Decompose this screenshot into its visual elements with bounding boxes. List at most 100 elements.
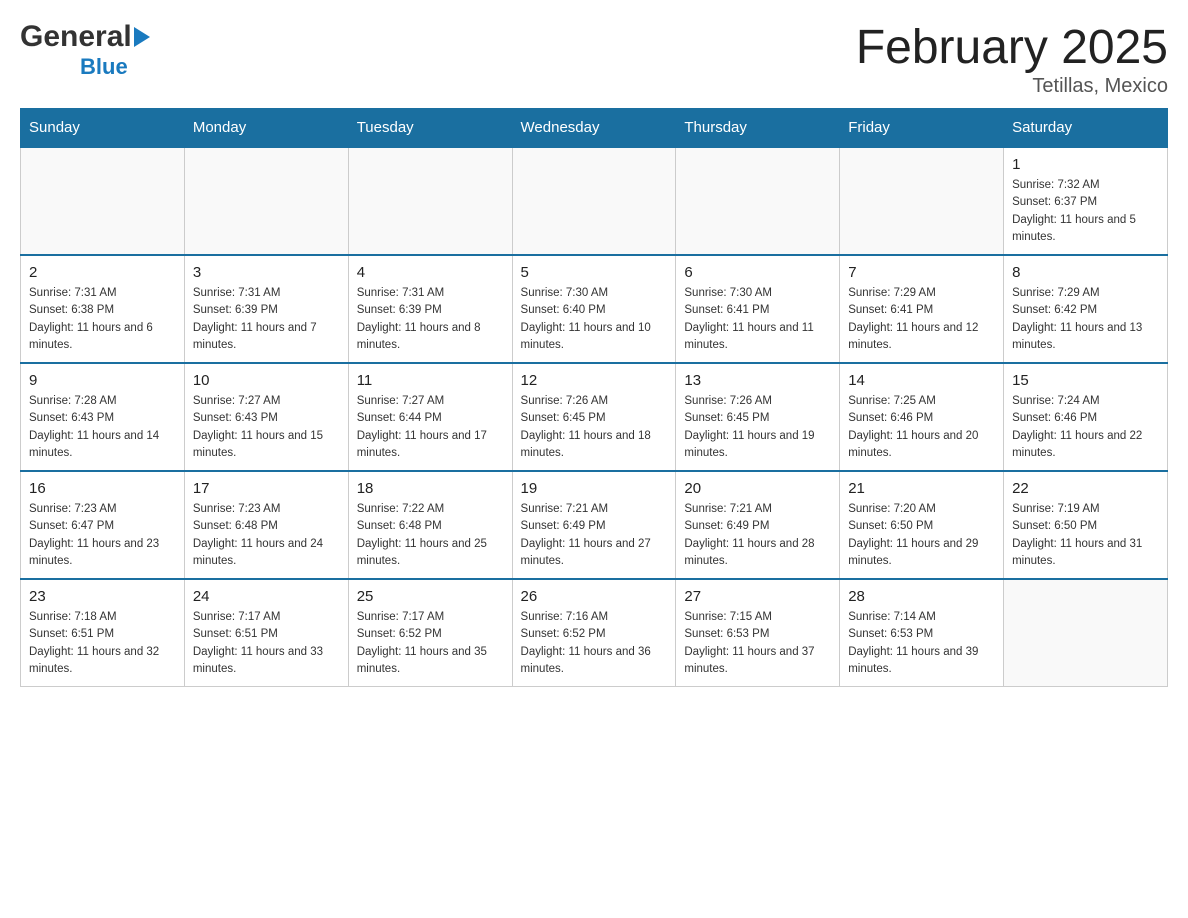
calendar-cell: 12 Sunrise: 7:26 AMSunset: 6:45 PMDayligh… <box>512 363 676 471</box>
day-info: Sunrise: 7:15 AMSunset: 6:53 PMDaylight:… <box>684 609 831 678</box>
calendar-cell: 15Sunrise: 7:24 AMSunset: 6:46 PMDayligh… <box>1004 363 1168 471</box>
day-info: Sunrise: 7:17 AMSunset: 6:51 PMDaylight:… <box>193 609 340 678</box>
day-info: Sunrise: 7:25 AMSunset: 6:46 PMDaylight:… <box>848 393 995 462</box>
calendar-cell: 24 Sunrise: 7:17 AMSunset: 6:51 PMDayligh… <box>184 579 348 687</box>
day-number: 11 <box>357 372 504 389</box>
calendar-header-row: SundayMondayTuesdayWednesdayThursdayFrid… <box>21 109 1168 148</box>
weekday-header-tuesday: Tuesday <box>348 109 512 148</box>
day-number: 22 <box>1012 480 1159 497</box>
day-number: 13 <box>684 372 831 389</box>
calendar-cell: 26 Sunrise: 7:16 AMSunset: 6:52 PMDayligh… <box>512 579 676 687</box>
day-info: Sunrise: 7:29 AMSunset: 6:42 PMDaylight:… <box>1012 285 1159 354</box>
day-info: Sunrise: 7:27 AMSunset: 6:44 PMDaylight:… <box>357 393 504 462</box>
calendar-cell: 16Sunrise: 7:23 AMSunset: 6:47 PMDayligh… <box>21 471 185 579</box>
day-number: 23 <box>29 588 176 605</box>
day-info: Sunrise: 7:26 AMSunset: 6:45 PMDaylight:… <box>684 393 831 462</box>
day-info: Sunrise: 7:27 AMSunset: 6:43 PMDaylight:… <box>193 393 340 462</box>
weekday-header-friday: Friday <box>840 109 1004 148</box>
day-number: 17 <box>193 480 340 497</box>
day-number: 27 <box>684 588 831 605</box>
day-info: Sunrise: 7:20 AMSunset: 6:50 PMDaylight:… <box>848 501 995 570</box>
weekday-header-saturday: Saturday <box>1004 109 1168 148</box>
calendar-cell: 25Sunrise: 7:17 AMSunset: 6:52 PMDayligh… <box>348 579 512 687</box>
day-number: 4 <box>357 264 504 281</box>
calendar-week-1: 1 Sunrise: 7:32 AMSunset: 6:37 PMDaylight… <box>21 147 1168 255</box>
day-info: Sunrise: 7:22 AMSunset: 6:48 PMDaylight:… <box>357 501 504 570</box>
day-info: Sunrise: 7:32 AMSunset: 6:37 PMDaylight:… <box>1012 177 1159 246</box>
day-number: 5 <box>521 264 668 281</box>
calendar-week-4: 16Sunrise: 7:23 AMSunset: 6:47 PMDayligh… <box>21 471 1168 579</box>
day-number: 21 <box>848 480 995 497</box>
calendar-week-2: 2Sunrise: 7:31 AMSunset: 6:38 PMDaylight… <box>21 255 1168 363</box>
calendar-cell: 19Sunrise: 7:21 AMSunset: 6:49 PMDayligh… <box>512 471 676 579</box>
day-info: Sunrise: 7:18 AMSunset: 6:51 PMDaylight:… <box>29 609 176 678</box>
calendar-cell: 11 Sunrise: 7:27 AMSunset: 6:44 PMDayligh… <box>348 363 512 471</box>
weekday-header-wednesday: Wednesday <box>512 109 676 148</box>
day-number: 6 <box>684 264 831 281</box>
calendar-cell: 9 Sunrise: 7:28 AMSunset: 6:43 PMDaylight… <box>21 363 185 471</box>
day-info: Sunrise: 7:17 AMSunset: 6:52 PMDaylight:… <box>357 609 504 678</box>
calendar-cell: 14 Sunrise: 7:25 AMSunset: 6:46 PMDayligh… <box>840 363 1004 471</box>
day-number: 28 <box>848 588 995 605</box>
calendar-cell: 27 Sunrise: 7:15 AMSunset: 6:53 PMDayligh… <box>676 579 840 687</box>
calendar-week-5: 23 Sunrise: 7:18 AMSunset: 6:51 PMDayligh… <box>21 579 1168 687</box>
day-info: Sunrise: 7:21 AMSunset: 6:49 PMDaylight:… <box>684 501 831 570</box>
day-info: Sunrise: 7:29 AMSunset: 6:41 PMDaylight:… <box>848 285 995 354</box>
day-info: Sunrise: 7:31 AMSunset: 6:39 PMDaylight:… <box>193 285 340 354</box>
calendar-cell: 3 Sunrise: 7:31 AMSunset: 6:39 PMDaylight… <box>184 255 348 363</box>
page-header: General Blue February 2025 Tetillas, Mex… <box>20 20 1168 98</box>
calendar-cell: 2Sunrise: 7:31 AMSunset: 6:38 PMDaylight… <box>21 255 185 363</box>
weekday-header-sunday: Sunday <box>21 109 185 148</box>
calendar-table: SundayMondayTuesdayWednesdayThursdayFrid… <box>20 108 1168 687</box>
day-number: 14 <box>848 372 995 389</box>
calendar-cell: 18 Sunrise: 7:22 AMSunset: 6:48 PMDayligh… <box>348 471 512 579</box>
calendar-cell <box>348 147 512 255</box>
logo-general-text: General <box>20 20 132 54</box>
day-number: 10 <box>193 372 340 389</box>
day-number: 24 <box>193 588 340 605</box>
location: Tetillas, Mexico <box>856 75 1168 98</box>
day-info: Sunrise: 7:31 AMSunset: 6:39 PMDaylight:… <box>357 285 504 354</box>
day-number: 15 <box>1012 372 1159 389</box>
day-number: 9 <box>29 372 176 389</box>
day-info: Sunrise: 7:28 AMSunset: 6:43 PMDaylight:… <box>29 393 176 462</box>
calendar-cell: 8 Sunrise: 7:29 AMSunset: 6:42 PMDaylight… <box>1004 255 1168 363</box>
weekday-header-monday: Monday <box>184 109 348 148</box>
day-number: 16 <box>29 480 176 497</box>
calendar-week-3: 9 Sunrise: 7:28 AMSunset: 6:43 PMDaylight… <box>21 363 1168 471</box>
logo-triangle-icon <box>134 27 150 47</box>
day-number: 1 <box>1012 156 1159 173</box>
weekday-header-thursday: Thursday <box>676 109 840 148</box>
calendar-cell <box>512 147 676 255</box>
calendar-cell: 21 Sunrise: 7:20 AMSunset: 6:50 PMDayligh… <box>840 471 1004 579</box>
day-info: Sunrise: 7:14 AMSunset: 6:53 PMDaylight:… <box>848 609 995 678</box>
calendar-cell: 1 Sunrise: 7:32 AMSunset: 6:37 PMDaylight… <box>1004 147 1168 255</box>
day-number: 18 <box>357 480 504 497</box>
calendar-cell <box>21 147 185 255</box>
calendar-cell: 13 Sunrise: 7:26 AMSunset: 6:45 PMDayligh… <box>676 363 840 471</box>
calendar-cell: 10 Sunrise: 7:27 AMSunset: 6:43 PMDayligh… <box>184 363 348 471</box>
calendar-cell: 4 Sunrise: 7:31 AMSunset: 6:39 PMDaylight… <box>348 255 512 363</box>
day-info: Sunrise: 7:16 AMSunset: 6:52 PMDaylight:… <box>521 609 668 678</box>
calendar-cell <box>184 147 348 255</box>
day-number: 12 <box>521 372 668 389</box>
day-number: 8 <box>1012 264 1159 281</box>
month-title: February 2025 <box>856 20 1168 75</box>
calendar-cell: 20Sunrise: 7:21 AMSunset: 6:49 PMDayligh… <box>676 471 840 579</box>
calendar-cell: 28 Sunrise: 7:14 AMSunset: 6:53 PMDayligh… <box>840 579 1004 687</box>
day-info: Sunrise: 7:19 AMSunset: 6:50 PMDaylight:… <box>1012 501 1159 570</box>
day-number: 3 <box>193 264 340 281</box>
calendar-cell: 23 Sunrise: 7:18 AMSunset: 6:51 PMDayligh… <box>21 579 185 687</box>
day-number: 7 <box>848 264 995 281</box>
day-number: 26 <box>521 588 668 605</box>
title-section: February 2025 Tetillas, Mexico <box>856 20 1168 98</box>
calendar-cell: 6Sunrise: 7:30 AMSunset: 6:41 PMDaylight… <box>676 255 840 363</box>
calendar-cell: 17 Sunrise: 7:23 AMSunset: 6:48 PMDayligh… <box>184 471 348 579</box>
calendar-cell: 7 Sunrise: 7:29 AMSunset: 6:41 PMDaylight… <box>840 255 1004 363</box>
day-info: Sunrise: 7:26 AMSunset: 6:45 PMDaylight:… <box>521 393 668 462</box>
calendar-cell: 5 Sunrise: 7:30 AMSunset: 6:40 PMDaylight… <box>512 255 676 363</box>
day-info: Sunrise: 7:30 AMSunset: 6:40 PMDaylight:… <box>521 285 668 354</box>
day-info: Sunrise: 7:23 AMSunset: 6:48 PMDaylight:… <box>193 501 340 570</box>
logo-blue-text: Blue <box>80 54 128 79</box>
day-number: 19 <box>521 480 668 497</box>
